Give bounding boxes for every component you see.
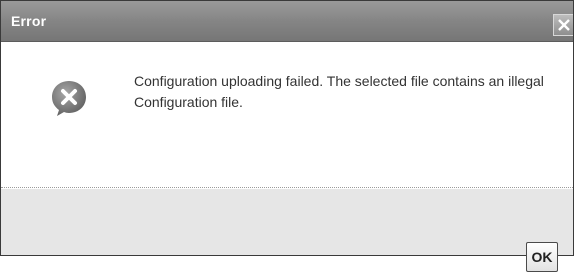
close-icon bbox=[558, 19, 570, 31]
error-message: Configuration uploading failed. The sele… bbox=[134, 73, 544, 110]
dialog-content: Configuration uploading failed. The sele… bbox=[1, 42, 573, 187]
error-icon bbox=[52, 81, 86, 116]
error-dialog: Error Configuration uploading failed. Th… bbox=[0, 0, 574, 272]
dialog-footer: OK bbox=[1, 189, 573, 272]
dialog-titlebar: Error bbox=[1, 1, 573, 42]
dialog-title: Error bbox=[11, 13, 47, 29]
ok-button[interactable]: OK bbox=[526, 242, 558, 272]
close-button[interactable] bbox=[553, 14, 573, 36]
